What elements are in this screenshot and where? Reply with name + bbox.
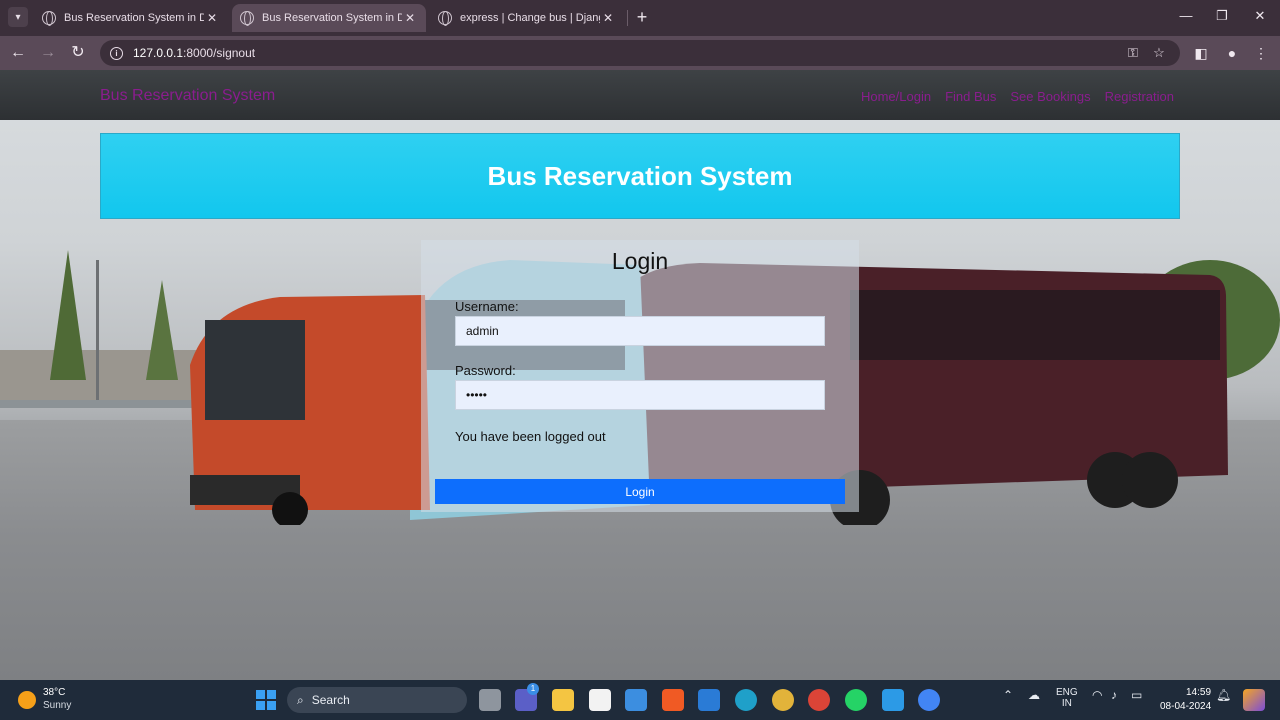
username-label: Username: (455, 299, 519, 314)
web-page: Bus Reservation System Home/Login Find B… (0, 70, 1280, 680)
tab-separator (627, 10, 628, 26)
key-icon[interactable]: ⚿ (1124, 45, 1142, 61)
nav-link-registration[interactable]: Registration (1105, 89, 1174, 104)
browser-tab[interactable]: express | Change bus | Django site admin… (430, 4, 624, 32)
tab-title: Bus Reservation System in Django (64, 12, 204, 24)
brave-icon[interactable] (662, 689, 684, 711)
store-icon[interactable] (625, 689, 647, 711)
url-text: 127.0.0.1:8000/signout (133, 46, 256, 60)
task-view-icon[interactable] (479, 689, 501, 711)
language-top: ENG (1056, 687, 1078, 698)
globe-icon (438, 11, 452, 26)
site-info-icon[interactable]: i (110, 46, 123, 60)
mail-icon[interactable] (698, 689, 720, 711)
cloud-icon[interactable]: ☁ (1028, 688, 1040, 702)
language-bottom: IN (1061, 698, 1072, 709)
file-explorer-icon[interactable] (552, 689, 574, 711)
copilot-icon[interactable] (1243, 689, 1265, 711)
reload-icon[interactable]: ↻ (68, 43, 88, 63)
chrome-active-icon[interactable] (918, 689, 940, 711)
tab-search-icon[interactable]: ▾ (8, 7, 28, 27)
chrome-icon-2[interactable] (808, 689, 830, 711)
login-title: Login (611, 248, 669, 274)
clock-time[interactable]: 14:59 (1186, 687, 1211, 698)
edge-icon[interactable] (735, 689, 757, 711)
address-bar[interactable]: i 127.0.0.1:8000/signout ⚿ ☆ (100, 40, 1180, 66)
back-icon[interactable]: ← (8, 43, 28, 63)
forward-icon[interactable]: → (38, 43, 58, 63)
restore-icon[interactable]: ❐ (1210, 8, 1234, 28)
close-icon[interactable]: ✕ (204, 11, 220, 25)
sun-icon[interactable] (18, 691, 36, 709)
browser-toolbar: ← → ↻ i 127.0.0.1:8000/signout ⚿ ☆ ◧ ● ⋮ (0, 36, 1280, 70)
tab-title: Bus Reservation System in Django (262, 12, 402, 24)
chrome-icon[interactable] (772, 689, 794, 711)
nav-link-find-bus[interactable]: Find Bus (945, 89, 996, 104)
hero-banner: Bus Reservation System (100, 133, 1180, 219)
window-close-icon[interactable]: ✕ (1248, 8, 1272, 28)
volume-icon[interactable]: ♪ (1111, 688, 1117, 702)
nav-link-see-bookings[interactable]: See Bookings (1010, 89, 1090, 104)
site-brand-link[interactable]: Bus Reservation System (100, 87, 275, 105)
wifi-icon[interactable]: ◠ (1092, 688, 1102, 702)
logout-message: You have been logged out (455, 429, 606, 444)
new-tab-icon[interactable]: + (632, 7, 652, 27)
teams-icon[interactable]: 1 (515, 683, 539, 711)
search-icon: ⌕ (297, 692, 304, 707)
username-input[interactable] (455, 316, 825, 346)
close-icon[interactable]: ✕ (600, 11, 616, 25)
weather-temperature[interactable]: 38°C (43, 687, 65, 698)
taskbar-search[interactable]: ⌕ Search (287, 687, 467, 713)
login-form: Login Username: Password: You have been … (421, 240, 859, 512)
windows-taskbar: 38°C Sunny ⌕ Search 1 ⌃ ☁ ENG IN ◠ ♪ ▭ 1… (0, 680, 1280, 720)
nav-link-home-login[interactable]: Home/Login (861, 89, 931, 104)
vscode-icon[interactable] (882, 689, 904, 711)
menu-kebab-icon[interactable]: ⋮ (1251, 43, 1271, 63)
notification-bell-icon[interactable]: 🔔︎ (1216, 688, 1231, 702)
tray-chevron-up-icon[interactable]: ⌃ (1003, 688, 1013, 702)
site-nav-links: Home/Login Find Bus See Bookings Registr… (861, 89, 1174, 104)
profile-icon[interactable]: ● (1222, 43, 1242, 63)
minimize-icon[interactable]: — (1174, 8, 1198, 28)
windows-start-icon[interactable] (256, 690, 276, 710)
whatsapp-icon[interactable] (845, 689, 867, 711)
battery-icon[interactable]: ▭ (1131, 688, 1142, 702)
password-input[interactable] (455, 380, 825, 410)
site-navbar: Bus Reservation System Home/Login Find B… (0, 70, 1280, 120)
taskbar-search-label: Search (311, 693, 350, 707)
weather-condition[interactable]: Sunny (43, 700, 71, 711)
notepad-icon[interactable] (589, 689, 611, 711)
side-panel-icon[interactable]: ◧ (1191, 43, 1211, 63)
notification-badge: 1 (527, 683, 539, 695)
language-indicator[interactable]: ENG IN (1056, 687, 1078, 709)
clock-date[interactable]: 08-04-2024 (1160, 701, 1211, 712)
globe-icon (240, 11, 254, 26)
browser-tab-bar: ▾ Bus Reservation System in Django ✕ Bus… (0, 0, 1280, 36)
browser-tab[interactable]: Bus Reservation System in Django ✕ (34, 4, 228, 32)
password-label: Password: (455, 363, 516, 378)
close-icon[interactable]: ✕ (402, 11, 418, 25)
globe-icon (42, 11, 56, 26)
bookmark-star-icon[interactable]: ☆ (1150, 45, 1168, 61)
tab-title: express | Change bus | Django site admin (460, 12, 600, 24)
browser-tab-active[interactable]: Bus Reservation System in Django ✕ (232, 4, 426, 32)
login-button[interactable]: Login (435, 479, 845, 504)
hero-title: Bus Reservation System (487, 160, 793, 191)
